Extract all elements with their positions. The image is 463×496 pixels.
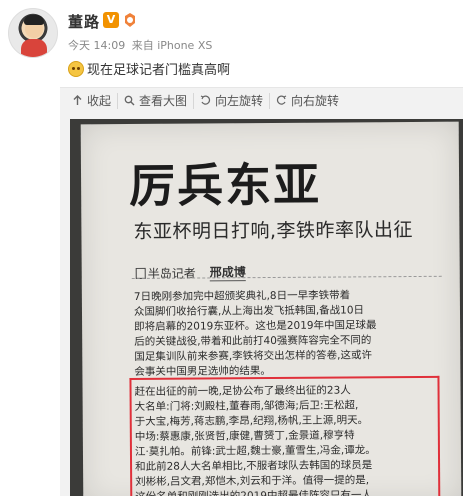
rotate-right-label: 向右旋转 [291,94,340,108]
newspaper-headline: 厉兵东亚 [128,157,322,213]
rotate-left-icon [200,95,211,105]
post-header: 董路 V 今天 14:09 来自 iPhone XS 现在足球记者门槛真高啊 [0,0,463,86]
vip-badge-icon[interactable]: V [103,12,119,28]
search-icon [124,95,135,106]
newspaper-subhead: 东亚杯明日打响,李铁昨率队出征 [133,219,414,243]
doge-emoji-icon [68,60,84,77]
byline-box-icon [135,267,146,279]
post-text-line: 现在足球记者门槛真高啊 [68,59,230,78]
collapse-label: 收起 [87,94,112,108]
byline-reporter: 邢成博 [209,263,246,282]
avatar[interactable] [8,8,58,58]
image-toolbar: 收起 查看大图 向左旋转 向右旋转 [60,87,463,113]
view-large-button[interactable]: 查看大图 [117,92,193,109]
avatar-shirt [21,39,47,57]
article-paragraph-1: 7日晚刚参加完中超颁奖典礼,8日一早李铁带着 众国脚们收拾行囊,从上海出发飞抵韩… [134,288,439,380]
article-paragraph-2: 赶在出征的前一晚,足协公布了最终出征的23人 大名单:门将:刘殿柱,董春雨,邹德… [134,383,439,496]
post-timestamp: 今天 14:09 [68,39,126,52]
rotate-left-button[interactable]: 向左旋转 [193,92,269,109]
newspaper-byline: 半岛记者 邢成博 [135,263,246,282]
collapse-button[interactable]: 收起 [66,93,117,109]
rotate-right-button[interactable]: 向右旋转 [269,92,345,109]
newspaper-page: 厉兵东亚 东亚杯明日打响,李铁昨率队出征 半岛记者 邢成博 7日晚刚参加完中超颁… [80,121,462,496]
view-large-label: 查看大图 [139,94,188,108]
user-name[interactable]: 董路 [68,11,100,32]
post-source[interactable]: 来自 iPhone XS [132,39,213,52]
article-line: 这份名单和刚刚选出的2019中超最佳阵容只有一人 [135,488,439,496]
rotate-left-label: 向左旋转 [215,94,264,108]
level-icon[interactable] [123,12,137,28]
avatar-hair [24,15,44,25]
post-text: 现在足球记者门槛真高啊 [87,63,231,78]
arrow-up-icon [73,95,82,105]
newspaper-photo[interactable]: 厉兵东亚 东亚杯明日打响,李铁昨率队出征 半岛记者 邢成博 7日晚刚参加完中超颁… [70,119,463,496]
rotate-right-icon [276,95,287,105]
image-viewer: 厉兵东亚 东亚杯明日打响,李铁昨率队出征 半岛记者 邢成博 7日晚刚参加完中超颁… [60,113,463,496]
post-meta: 今天 14:09 来自 iPhone XS [68,37,215,53]
